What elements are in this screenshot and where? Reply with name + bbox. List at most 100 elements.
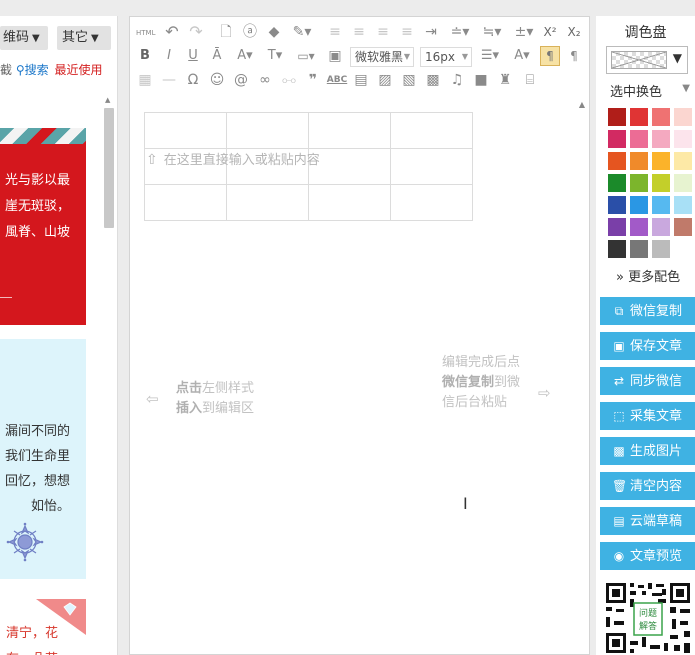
image-button[interactable]: ▩ 生成图片 (600, 437, 695, 465)
color-swatch[interactable] (630, 108, 648, 126)
multi-image-icon[interactable]: ▧ (400, 71, 418, 91)
table-cell[interactable] (390, 112, 473, 149)
color-swatch[interactable] (652, 130, 670, 148)
unlink-icon[interactable]: ⧟ (280, 71, 298, 91)
color-swatch[interactable] (652, 174, 670, 192)
color-swatch[interactable] (608, 240, 626, 258)
insert-image-icon[interactable]: ▨ (376, 71, 394, 91)
html-source-button[interactable]: HTML (136, 24, 155, 44)
color-swatch[interactable] (652, 108, 670, 126)
table-icon[interactable]: ▦ (136, 71, 154, 91)
qrcode-category-button[interactable]: 维码 ▼ (0, 26, 48, 50)
letter-spacing-icon[interactable]: ±▾ (510, 23, 538, 43)
table-cell[interactable] (144, 112, 227, 149)
background-color-icon[interactable]: T▾ (262, 47, 288, 67)
new-doc-icon[interactable]: 🗋 (216, 23, 236, 43)
superscript-icon[interactable]: X² (540, 23, 560, 43)
subscript-icon[interactable]: X₂ (564, 23, 584, 43)
align-left-icon[interactable]: ≡ (326, 23, 344, 43)
style-template-white[interactable]: 清宁，花 有一朵花 (0, 599, 86, 655)
code-icon[interactable]: ▤ (352, 71, 370, 91)
search-link[interactable]: ⚲搜索 (16, 63, 49, 77)
table-cell[interactable] (308, 148, 391, 185)
undo-icon[interactable]: ↶ (162, 23, 182, 43)
color-swatch[interactable] (652, 196, 670, 214)
table-cell[interactable] (308, 112, 391, 149)
copy-button[interactable]: ⧉ 微信复制 (600, 297, 695, 325)
text-case-icon[interactable]: A▾ (508, 47, 536, 67)
color-swatch[interactable] (652, 218, 670, 236)
table-cell[interactable] (390, 184, 473, 221)
strikethrough-icon[interactable]: Ā (208, 47, 226, 67)
select-swap-color-label[interactable]: 选中换色 (610, 81, 662, 100)
color-swatch[interactable] (608, 152, 626, 170)
video-icon[interactable]: ■ (472, 71, 490, 91)
table-cell[interactable] (308, 184, 391, 221)
indent-icon[interactable]: ⇥ (422, 23, 440, 43)
color-swatch[interactable] (630, 218, 648, 236)
scroll-up-arrow-icon[interactable]: ▲ (579, 100, 585, 109)
editor-content-area[interactable]: ▲ ⇧ 在这里直接输入或粘贴内容 ⇦ 点击左侧样式 插入到编辑区 编辑完成后点 微… (130, 97, 589, 654)
color-swatch[interactable] (630, 240, 648, 258)
color-swatch[interactable] (630, 152, 648, 170)
image-icon[interactable]: ▣ (326, 47, 344, 67)
template-icon[interactable]: ⌸ (520, 71, 540, 91)
color-swatch[interactable] (608, 108, 626, 126)
color-swatch[interactable] (652, 152, 670, 170)
gallery-icon[interactable]: ▩ (424, 71, 442, 91)
font-size-select[interactable]: 16px ▼ (420, 47, 472, 67)
spellcheck-button[interactable]: ABC (326, 71, 348, 91)
table-cell[interactable] (144, 184, 227, 221)
clear-format-icon[interactable]: ✎▾ (288, 23, 316, 43)
color-swatch[interactable] (674, 130, 692, 148)
color-swatch[interactable] (674, 218, 692, 236)
underline-button[interactable]: U (184, 47, 202, 67)
ltr-direction-button[interactable]: ¶ (540, 46, 560, 66)
color-swatch[interactable] (608, 174, 626, 192)
font-family-select[interactable]: 微软雅黑 ▼ (350, 47, 414, 67)
color-swatch[interactable] (630, 196, 648, 214)
color-swatch[interactable] (608, 196, 626, 214)
quote-icon[interactable]: ❞ (304, 71, 322, 91)
color-swatch[interactable] (608, 218, 626, 236)
style-template-blue[interactable]: 漏间不同的 我们生命里 回忆，想想 如怡。 (0, 339, 86, 579)
list-style-icon[interactable]: ☰▾ (476, 47, 504, 67)
save-button[interactable]: ▣ 保存文章 (600, 332, 695, 360)
format-painter-icon[interactable]: ◆ (264, 23, 284, 43)
scroll-up-arrow-icon[interactable]: ▲ (105, 96, 110, 104)
horizontal-rule-icon[interactable]: — (160, 71, 178, 91)
special-char-icon[interactable]: Ω (184, 71, 202, 91)
font-color-icon[interactable]: A▾ (232, 47, 258, 67)
table-cell[interactable] (390, 148, 473, 185)
collect-button[interactable]: ⬚ 采集文章 (600, 402, 695, 430)
color-swatch[interactable] (630, 130, 648, 148)
color-swatch[interactable] (674, 196, 692, 214)
color-swatch[interactable] (652, 240, 670, 258)
style-template-red[interactable]: 光与影以最 崖无斑驳， 風脊、山坡 (0, 128, 86, 325)
select-all-icon[interactable]: ⓐ (240, 23, 260, 43)
table-cell[interactable] (226, 112, 309, 149)
style-panel-scrollbar[interactable] (104, 108, 114, 228)
clean-icon[interactable]: ♜ (496, 71, 514, 91)
color-swatch[interactable] (674, 152, 692, 170)
border-style-icon[interactable]: ▭▾ (292, 47, 320, 67)
emoji-icon[interactable]: ☺ (208, 71, 226, 91)
align-justify-icon[interactable]: ≡ (398, 23, 416, 43)
color-swatch[interactable] (674, 108, 692, 126)
redo-icon[interactable]: ↷ (186, 23, 206, 43)
italic-button[interactable]: I (160, 47, 178, 67)
draft-button[interactable]: ▤ 云端草稿 (600, 507, 695, 535)
rtl-direction-icon[interactable]: ¶ (564, 47, 584, 67)
trash-button[interactable]: 🗑 清空内容 (600, 472, 695, 500)
align-center-icon[interactable]: ≡ (350, 23, 368, 43)
more-colors-link[interactable]: » 更多配色 (616, 266, 680, 285)
music-icon[interactable]: ♫ (448, 71, 466, 91)
eye-button[interactable]: ◉ 文章预览 (600, 542, 695, 570)
paragraph-spacing-icon[interactable]: ≒▾ (478, 23, 506, 43)
bold-button[interactable]: B (136, 47, 154, 67)
line-height-icon[interactable]: ≐▾ (446, 23, 474, 43)
link-icon[interactable]: ∞ (256, 71, 274, 91)
color-swatch[interactable] (630, 174, 648, 192)
recent-used-link[interactable]: 最近使用 (54, 63, 102, 77)
palette-color-picker[interactable]: ▼ (606, 46, 688, 74)
